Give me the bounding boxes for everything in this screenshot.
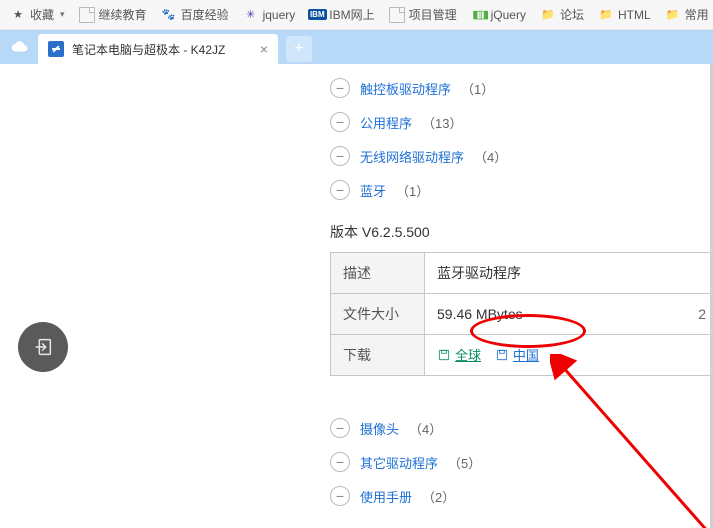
driver-section: − 无线网络驱动程序 （4）: [330, 146, 713, 166]
folder-icon: 📁: [598, 7, 614, 23]
bookmark-item[interactable]: 📁HTML: [592, 5, 657, 25]
new-tab-button[interactable]: +: [286, 36, 312, 62]
detail-value: 59.46 MBytes 2: [425, 294, 713, 335]
bookmark-item[interactable]: IBMIBM网上: [303, 4, 380, 25]
driver-count: （4）: [409, 419, 442, 438]
bookmark-item[interactable]: 项目管理: [383, 4, 463, 25]
cloud-button[interactable]: [6, 30, 34, 64]
side-login-button[interactable]: [18, 322, 68, 372]
driver-section: − 其它驱动程序 （5）: [330, 452, 713, 472]
driver-list: − 触控板驱动程序 （1） − 公用程序 （13） − 无线网络驱动程序 （4）…: [330, 64, 713, 520]
save-icon: [437, 348, 451, 362]
driver-section-link[interactable]: 无线网络驱动程序: [360, 147, 464, 166]
table-row: 下载 全球 中国: [331, 335, 713, 376]
detail-label: 文件大小: [331, 294, 425, 335]
bookmark-item[interactable]: 📁论坛: [534, 4, 590, 25]
cloud-icon: [11, 38, 29, 56]
driver-section-link[interactable]: 其它驱动程序: [360, 453, 438, 472]
driver-count: （5）: [448, 453, 481, 472]
bookmark-item[interactable]: ✳jquery: [237, 5, 302, 25]
driver-section-link[interactable]: 使用手册: [360, 487, 412, 506]
collapse-toggle[interactable]: −: [330, 452, 350, 472]
tab-strip: 笔记本电脑与超极本 - K42JZ × +: [0, 30, 713, 64]
folder-icon: 📁: [540, 7, 556, 23]
driver-detail-table: 描述 蓝牙驱动程序 文件大小 59.46 MBytes 2 下载 全球: [330, 252, 713, 376]
download-cell: 全球 中国: [425, 335, 713, 376]
bookmark-item[interactable]: ◧◨jQuery: [465, 5, 532, 25]
driver-count: （4）: [474, 147, 507, 166]
table-row: 文件大小 59.46 MBytes 2: [331, 294, 713, 335]
paw-icon: 🐾: [161, 7, 177, 23]
collapse-toggle[interactable]: −: [330, 180, 350, 200]
close-icon[interactable]: ×: [260, 41, 268, 57]
save-icon: [495, 348, 509, 362]
folder-icon: 📁: [665, 7, 681, 23]
driver-section: − 触控板驱动程序 （1）: [330, 78, 713, 98]
driver-section: − 使用手册 （2）: [330, 486, 713, 506]
driver-section-link[interactable]: 公用程序: [360, 113, 412, 132]
tab-favicon: [48, 41, 64, 57]
ibm-icon: IBM: [309, 7, 325, 23]
file-icon: [79, 7, 95, 23]
driver-count: （13）: [422, 113, 462, 132]
detail-label: 描述: [331, 253, 425, 294]
page-content: − 触控板驱动程序 （1） − 公用程序 （13） − 无线网络驱动程序 （4）…: [0, 64, 713, 528]
bookmarks-bar: ★收藏▾ 继续教育 🐾百度经验 ✳jquery IBMIBM网上 项目管理 ◧◨…: [0, 0, 713, 30]
jquery-logo-icon: ◧◨: [471, 7, 487, 23]
driver-section: − 蓝牙 （1）: [330, 180, 713, 200]
driver-count: （1）: [461, 79, 494, 98]
star-icon: ★: [10, 7, 26, 23]
bookmark-favorites[interactable]: ★收藏▾: [4, 4, 71, 25]
driver-section-link[interactable]: 摄像头: [360, 419, 399, 438]
download-global-link[interactable]: 全球: [437, 345, 481, 364]
login-icon: [32, 336, 54, 358]
collapse-toggle[interactable]: −: [330, 418, 350, 438]
download-china-link[interactable]: 中国: [495, 345, 539, 364]
detail-label: 下载: [331, 335, 425, 376]
browser-tab[interactable]: 笔记本电脑与超极本 - K42JZ ×: [38, 34, 278, 64]
driver-section-link[interactable]: 触控板驱动程序: [360, 79, 451, 98]
collapse-toggle[interactable]: −: [330, 78, 350, 98]
bookmark-item[interactable]: 📁常用: [659, 4, 713, 25]
chevron-down-icon: ▾: [60, 9, 65, 20]
file-icon: [389, 7, 405, 23]
detail-value: 蓝牙驱动程序: [425, 253, 713, 294]
driver-section: − 公用程序 （13）: [330, 112, 713, 132]
driver-count: （2）: [422, 487, 455, 506]
driver-section: − 摄像头 （4）: [330, 418, 713, 438]
version-label: 版本 V6.2.5.500: [330, 222, 713, 242]
bookmark-item[interactable]: 🐾百度经验: [155, 4, 235, 25]
driver-count: （1）: [396, 181, 429, 200]
table-row: 描述 蓝牙驱动程序: [331, 253, 713, 294]
collapse-toggle[interactable]: −: [330, 146, 350, 166]
collapse-toggle[interactable]: −: [330, 112, 350, 132]
jquery-icon: ✳: [243, 7, 259, 23]
bookmark-item[interactable]: 继续教育: [73, 4, 153, 25]
tab-title: 笔记本电脑与超极本 - K42JZ: [72, 41, 252, 58]
collapse-toggle[interactable]: −: [330, 486, 350, 506]
driver-section-link[interactable]: 蓝牙: [360, 181, 386, 200]
